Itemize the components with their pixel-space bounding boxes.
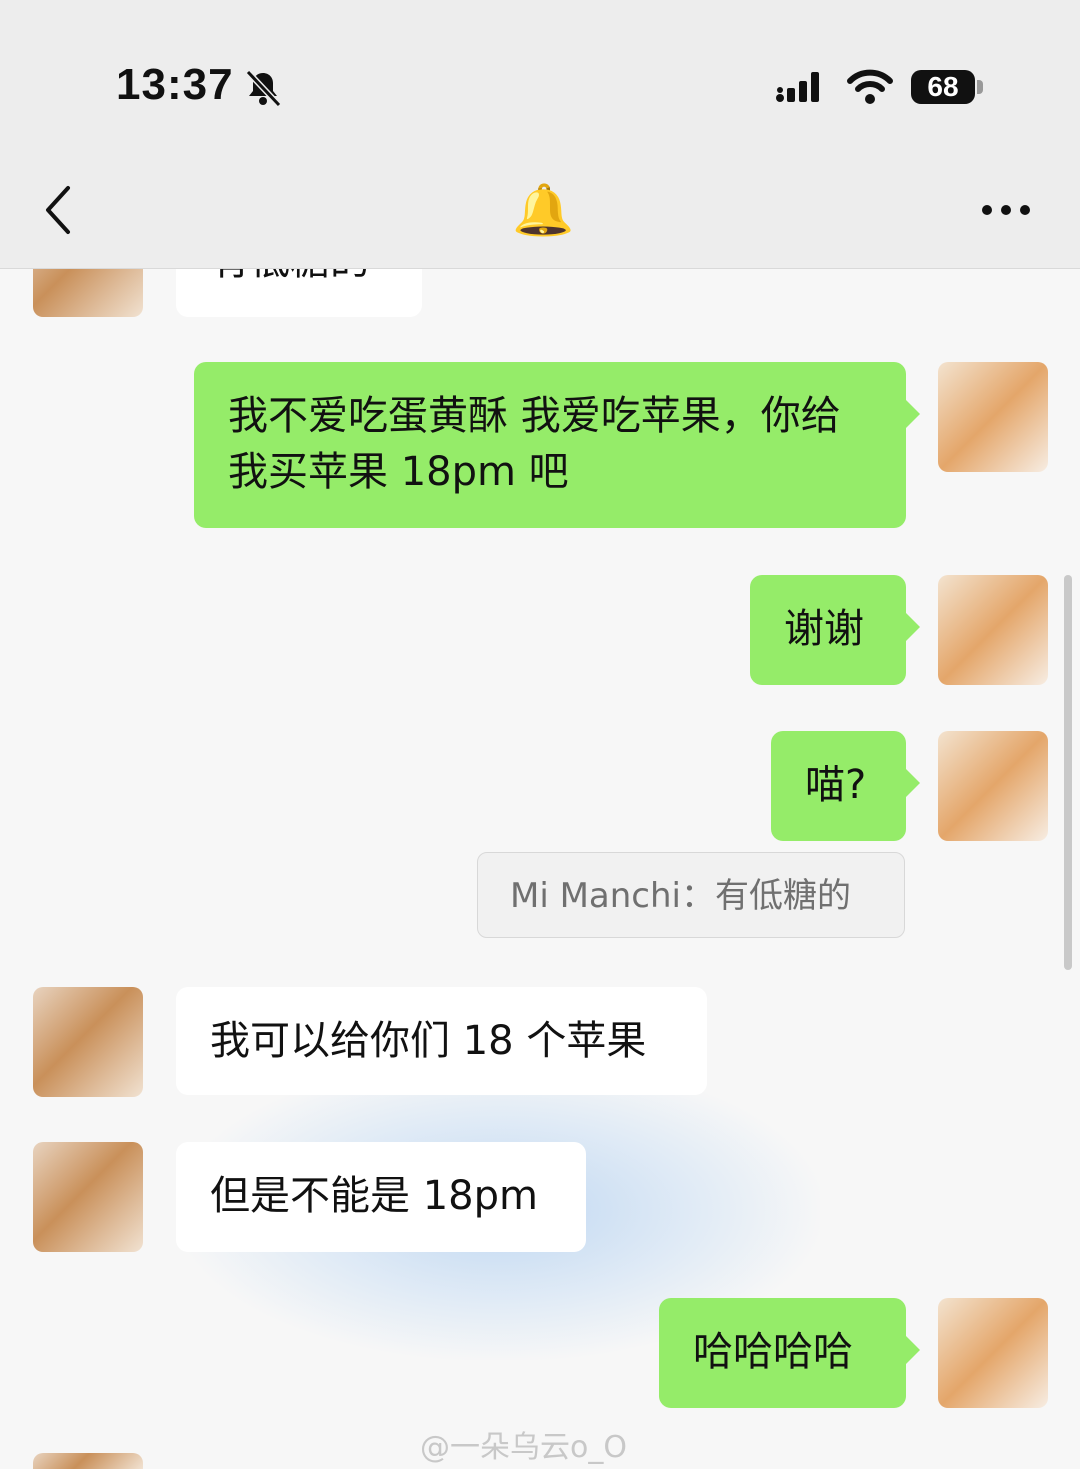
message-bubble-outgoing[interactable]: 喵?	[771, 731, 920, 841]
friend-avatar[interactable]	[33, 1453, 143, 1469]
watermark: @一朵乌云o_O	[420, 1430, 627, 1465]
self-avatar[interactable]	[938, 575, 1048, 685]
chat-title-bell-icon: 🔔	[512, 181, 575, 239]
message-text: 但是不能是 18pm	[210, 1173, 538, 1219]
message-text: 喵?	[805, 762, 867, 808]
wifi-icon	[847, 69, 893, 104]
top-bar: 13:37 68 🔔	[0, 0, 1080, 269]
message-text: 哈哈哈哈	[693, 1329, 853, 1375]
signal-icon	[776, 72, 819, 102]
quote-text: Mi Manchi：有低糖的	[510, 876, 851, 916]
self-avatar[interactable]	[938, 1298, 1048, 1408]
message-text: 谢谢	[784, 606, 864, 652]
battery-icon: 68	[911, 70, 975, 104]
message-text: 我可以给你们 18 个苹果	[210, 1018, 647, 1064]
self-avatar[interactable]	[938, 362, 1048, 472]
status-time: 13:37	[116, 60, 234, 109]
battery-tip	[977, 80, 983, 94]
message-bubble-outgoing[interactable]: 哈哈哈哈	[659, 1298, 920, 1408]
chevron-left-icon[interactable]	[38, 180, 82, 240]
quoted-message[interactable]: Mi Manchi：有低糖的	[477, 852, 905, 938]
scrollbar[interactable]	[1064, 575, 1072, 970]
battery-level: 68	[927, 71, 959, 102]
message-bubble-outgoing[interactable]: 我不爱吃蛋黄酥 我爱吃苹果，你给我买苹果 18pm 吧	[194, 362, 920, 528]
message-text: 我不爱吃蛋黄酥 我爱吃苹果，你给我买苹果 18pm 吧	[228, 393, 841, 495]
message-bubble-incoming[interactable]: 我可以给你们 18 个苹果	[176, 987, 707, 1095]
friend-avatar[interactable]	[33, 1142, 143, 1252]
self-avatar[interactable]	[938, 731, 1048, 841]
bell-slash-icon	[245, 69, 282, 108]
friend-avatar[interactable]	[33, 987, 143, 1097]
message-bubble-outgoing[interactable]: 谢谢	[750, 575, 920, 685]
message-bubble-incoming[interactable]: 但是不能是 18pm	[176, 1142, 586, 1252]
more-dots-icon[interactable]	[976, 196, 1036, 224]
